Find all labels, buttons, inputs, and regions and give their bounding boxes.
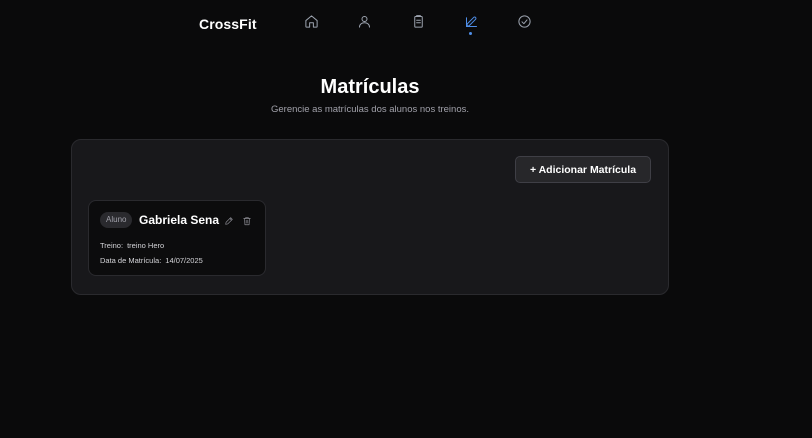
nav-users[interactable] bbox=[355, 12, 373, 30]
edit-icon bbox=[465, 16, 477, 27]
page-title: Matrículas bbox=[320, 76, 420, 98]
workout-label: Treino: bbox=[100, 241, 124, 250]
nav-checkins[interactable] bbox=[515, 12, 533, 30]
nav-workouts[interactable] bbox=[409, 12, 427, 30]
workout-value: treino Hero bbox=[127, 241, 165, 250]
pencil-icon bbox=[225, 217, 233, 225]
check-circle-icon bbox=[517, 14, 531, 28]
workout-info: Treino: treino Hero bbox=[100, 241, 164, 250]
home-icon bbox=[304, 14, 318, 28]
enrollment-date-label: Data de Matrícula: bbox=[100, 256, 162, 265]
active-indicator bbox=[469, 32, 472, 35]
delete-enrollment-button[interactable] bbox=[241, 215, 253, 227]
top-navigation: CrossFit bbox=[0, 0, 812, 44]
nav-home[interactable] bbox=[302, 12, 320, 30]
add-enrollment-button[interactable]: + Adicionar Matrícula bbox=[515, 156, 651, 183]
clipboard-icon bbox=[413, 14, 423, 28]
enrollment-date-value: 14/07/2025 bbox=[165, 256, 203, 265]
role-badge: Aluno bbox=[100, 212, 133, 228]
page-subtitle: Gerencie as matrículas dos alunos nos tr… bbox=[270, 104, 469, 115]
enrollment-card: Aluno Gabriela Sena Treino: treino Hero D… bbox=[88, 200, 266, 276]
nav-enrollments[interactable] bbox=[462, 12, 480, 30]
brand-logo[interactable]: CrossFit bbox=[199, 16, 257, 32]
user-icon bbox=[358, 15, 370, 28]
edit-enrollment-button[interactable] bbox=[223, 215, 235, 227]
enrollment-date-info: Data de Matrícula: 14/07/2025 bbox=[100, 256, 203, 265]
student-name: Gabriela Sena bbox=[139, 213, 220, 227]
trash-icon bbox=[243, 217, 251, 226]
